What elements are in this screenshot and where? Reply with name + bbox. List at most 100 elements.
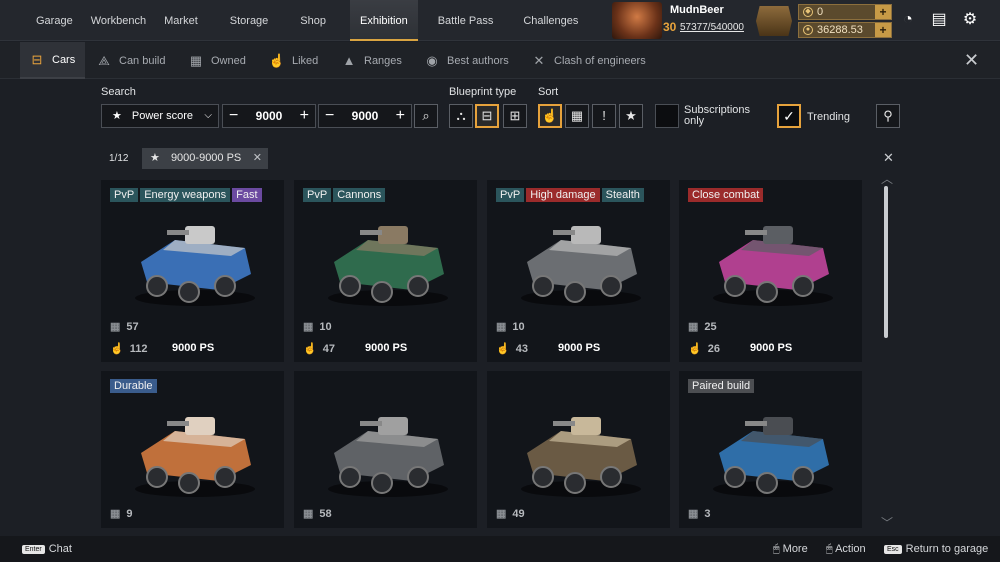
compass-icon: ⟁	[98, 52, 110, 68]
calendar-icon: ▦	[303, 508, 314, 520]
crossed-swords-icon: ✕	[533, 52, 545, 68]
subscriptions-checkbox[interactable]	[655, 104, 679, 128]
add-money-button[interactable]: +	[875, 23, 891, 37]
nav-workbench[interactable]: Workbench	[89, 0, 162, 41]
sort-likes-button[interactable]: ☝	[538, 104, 562, 128]
blueprint-card[interactable]: Durable ▦ 9	[101, 371, 284, 528]
nav-exhibition[interactable]: Exhibition	[350, 0, 418, 41]
calendar-icon: ▦	[110, 321, 121, 333]
sort-star-button[interactable]: ★	[619, 104, 643, 128]
tab-best-authors[interactable]: ◉ Best authors	[423, 42, 508, 79]
tag-badge: High damage	[526, 188, 600, 202]
vehicle-image	[521, 226, 641, 306]
tab-owned[interactable]: ▦ Owned	[187, 42, 246, 79]
clear-filters-icon[interactable]: ✕	[883, 150, 894, 166]
blueprint-card[interactable]: PvP High damage Stealth ▦ 10 ☝ 43 9000 PS	[487, 180, 670, 362]
max-ps-stepper[interactable]: − 9000 +	[318, 104, 412, 128]
search-label: Search	[101, 86, 136, 98]
thumbs-up-icon: ☝	[496, 343, 510, 355]
vehicle-image	[328, 417, 448, 497]
nav-storage[interactable]: Storage	[214, 0, 293, 41]
increase-max-button[interactable]: +	[396, 105, 405, 127]
tab-cars[interactable]: ⊟ Cars	[20, 42, 86, 79]
blueprint-card[interactable]: PvP Cannons ▦ 10 ☝ 47 9000 PS	[294, 180, 477, 362]
more-hint[interactable]: 🖱 More	[773, 543, 808, 556]
close-icon[interactable]: ✕	[964, 50, 979, 71]
sort-builds-button[interactable]: ▦	[565, 104, 589, 128]
scrollbar[interactable]	[884, 186, 888, 338]
nav-garage[interactable]: Garage	[0, 0, 89, 41]
player-level: 30	[663, 20, 677, 34]
likes-count: ☝ 47	[303, 343, 335, 355]
nav-challenges[interactable]: Challenges	[513, 0, 588, 41]
main-nav: Garage Workbench Market Storage Shop Exh…	[0, 0, 588, 41]
power-score-select[interactable]: ★ Power score ⌵	[101, 104, 219, 128]
trending-checkbox[interactable]: ✓	[777, 104, 801, 128]
tab-ranges[interactable]: ▲ Ranges	[340, 42, 402, 79]
tab-can-build[interactable]: ⟁ Can build	[95, 42, 165, 79]
reset-filters-button[interactable]: ⚲	[876, 104, 900, 128]
truck-icon: ⊞	[509, 108, 521, 123]
blueprint-grid: PvP Energy weapons Fast ▦ 57 ☝ 112 9000 PS PvP C…	[100, 178, 870, 528]
mouse-icon: 🖱	[826, 543, 836, 555]
calendar-icon: ▦	[303, 321, 314, 333]
search-button[interactable]: ⌕	[414, 104, 438, 128]
blueprint-drone-button[interactable]: ⛬	[449, 104, 473, 128]
sort-alert-button[interactable]: !	[592, 104, 616, 128]
builds-count: ▦ 58	[303, 508, 332, 520]
coin-icon: ◆	[803, 7, 813, 17]
blueprint-truck-button[interactable]: ⊞	[503, 104, 527, 128]
calendar-icon: ▦	[570, 108, 584, 123]
return-to-garage-hint[interactable]: Esc Return to garage	[884, 543, 988, 555]
star-icon: ★	[625, 108, 637, 123]
add-coins-button[interactable]: +	[875, 5, 891, 19]
mouse-icon: 🖱	[773, 543, 783, 555]
blueprint-card[interactable]: PvP Energy weapons Fast ▦ 57 ☝ 112 9000 PS	[101, 180, 284, 362]
action-hint[interactable]: 🖱 Action	[826, 543, 866, 556]
pyramid-icon: ▲	[342, 53, 356, 68]
filter-chip[interactable]: ★ 9000-9000 PS ✕	[142, 148, 268, 169]
nav-shop[interactable]: Shop	[292, 0, 350, 41]
tag-badge: PvP	[303, 188, 332, 202]
blueprint-card[interactable]: ▦ 58	[294, 371, 477, 528]
likes-count: ☝ 26	[688, 343, 720, 355]
blueprint-card[interactable]: ▦ 49	[487, 371, 670, 528]
min-ps-stepper[interactable]: − 9000 +	[222, 104, 316, 128]
remove-filter-icon[interactable]: ✕	[253, 148, 262, 169]
tag-list: PvP Energy weapons Fast	[110, 188, 262, 202]
power-score-value: 9000 PS	[750, 342, 793, 354]
tag-badge: Stealth	[601, 188, 644, 202]
power-score-value: 9000 PS	[172, 342, 215, 354]
vehicle-image	[713, 226, 833, 306]
nav-battle-pass[interactable]: Battle Pass	[418, 0, 514, 41]
tab-clash-of-engineers[interactable]: ✕ Clash of engineers	[530, 42, 646, 79]
star-icon: ★	[112, 110, 122, 122]
tag-list: Durable	[110, 379, 157, 393]
builds-count: ▦ 49	[496, 508, 525, 520]
messages-icon[interactable]: ▤	[929, 10, 949, 30]
scroll-down-icon[interactable]: ﹀	[881, 514, 893, 531]
blueprint-car-button[interactable]: ⊟	[475, 104, 499, 128]
avatar[interactable]	[612, 2, 662, 39]
settings-gear-icon[interactable]: ⚙	[960, 10, 980, 30]
coins-balance[interactable]: ◆ 0 +	[798, 4, 892, 20]
tag-badge: Cannons	[333, 188, 386, 202]
scroll-up-icon[interactable]: ︿	[881, 170, 893, 187]
blueprint-type-label: Blueprint type	[449, 86, 517, 98]
power-score-value: 9000 PS	[558, 342, 601, 354]
thumbs-up-icon: ☝	[110, 343, 124, 355]
money-balance[interactable]: ● 36288.53 +	[798, 22, 892, 38]
increase-min-button[interactable]: +	[300, 105, 309, 127]
nav-market[interactable]: Market	[162, 0, 214, 41]
blueprint-card[interactable]: Paired build ▦ 3	[679, 371, 862, 528]
car-icon: ⊟	[31, 51, 43, 67]
decrease-min-button[interactable]: −	[229, 105, 238, 127]
blueprint-card[interactable]: Close combat ▦ 25 ☝ 26 9000 PS	[679, 180, 862, 362]
decrease-max-button[interactable]: −	[325, 105, 334, 127]
chat-hint[interactable]: Enter Chat	[22, 543, 72, 555]
car-icon: ⊟	[481, 108, 493, 123]
rank-badge-icon	[756, 6, 792, 36]
page-counter: 1/12	[109, 153, 129, 164]
speedometer-icon[interactable]: ◔	[898, 10, 918, 30]
tab-liked[interactable]: ☝ Liked	[268, 42, 318, 79]
